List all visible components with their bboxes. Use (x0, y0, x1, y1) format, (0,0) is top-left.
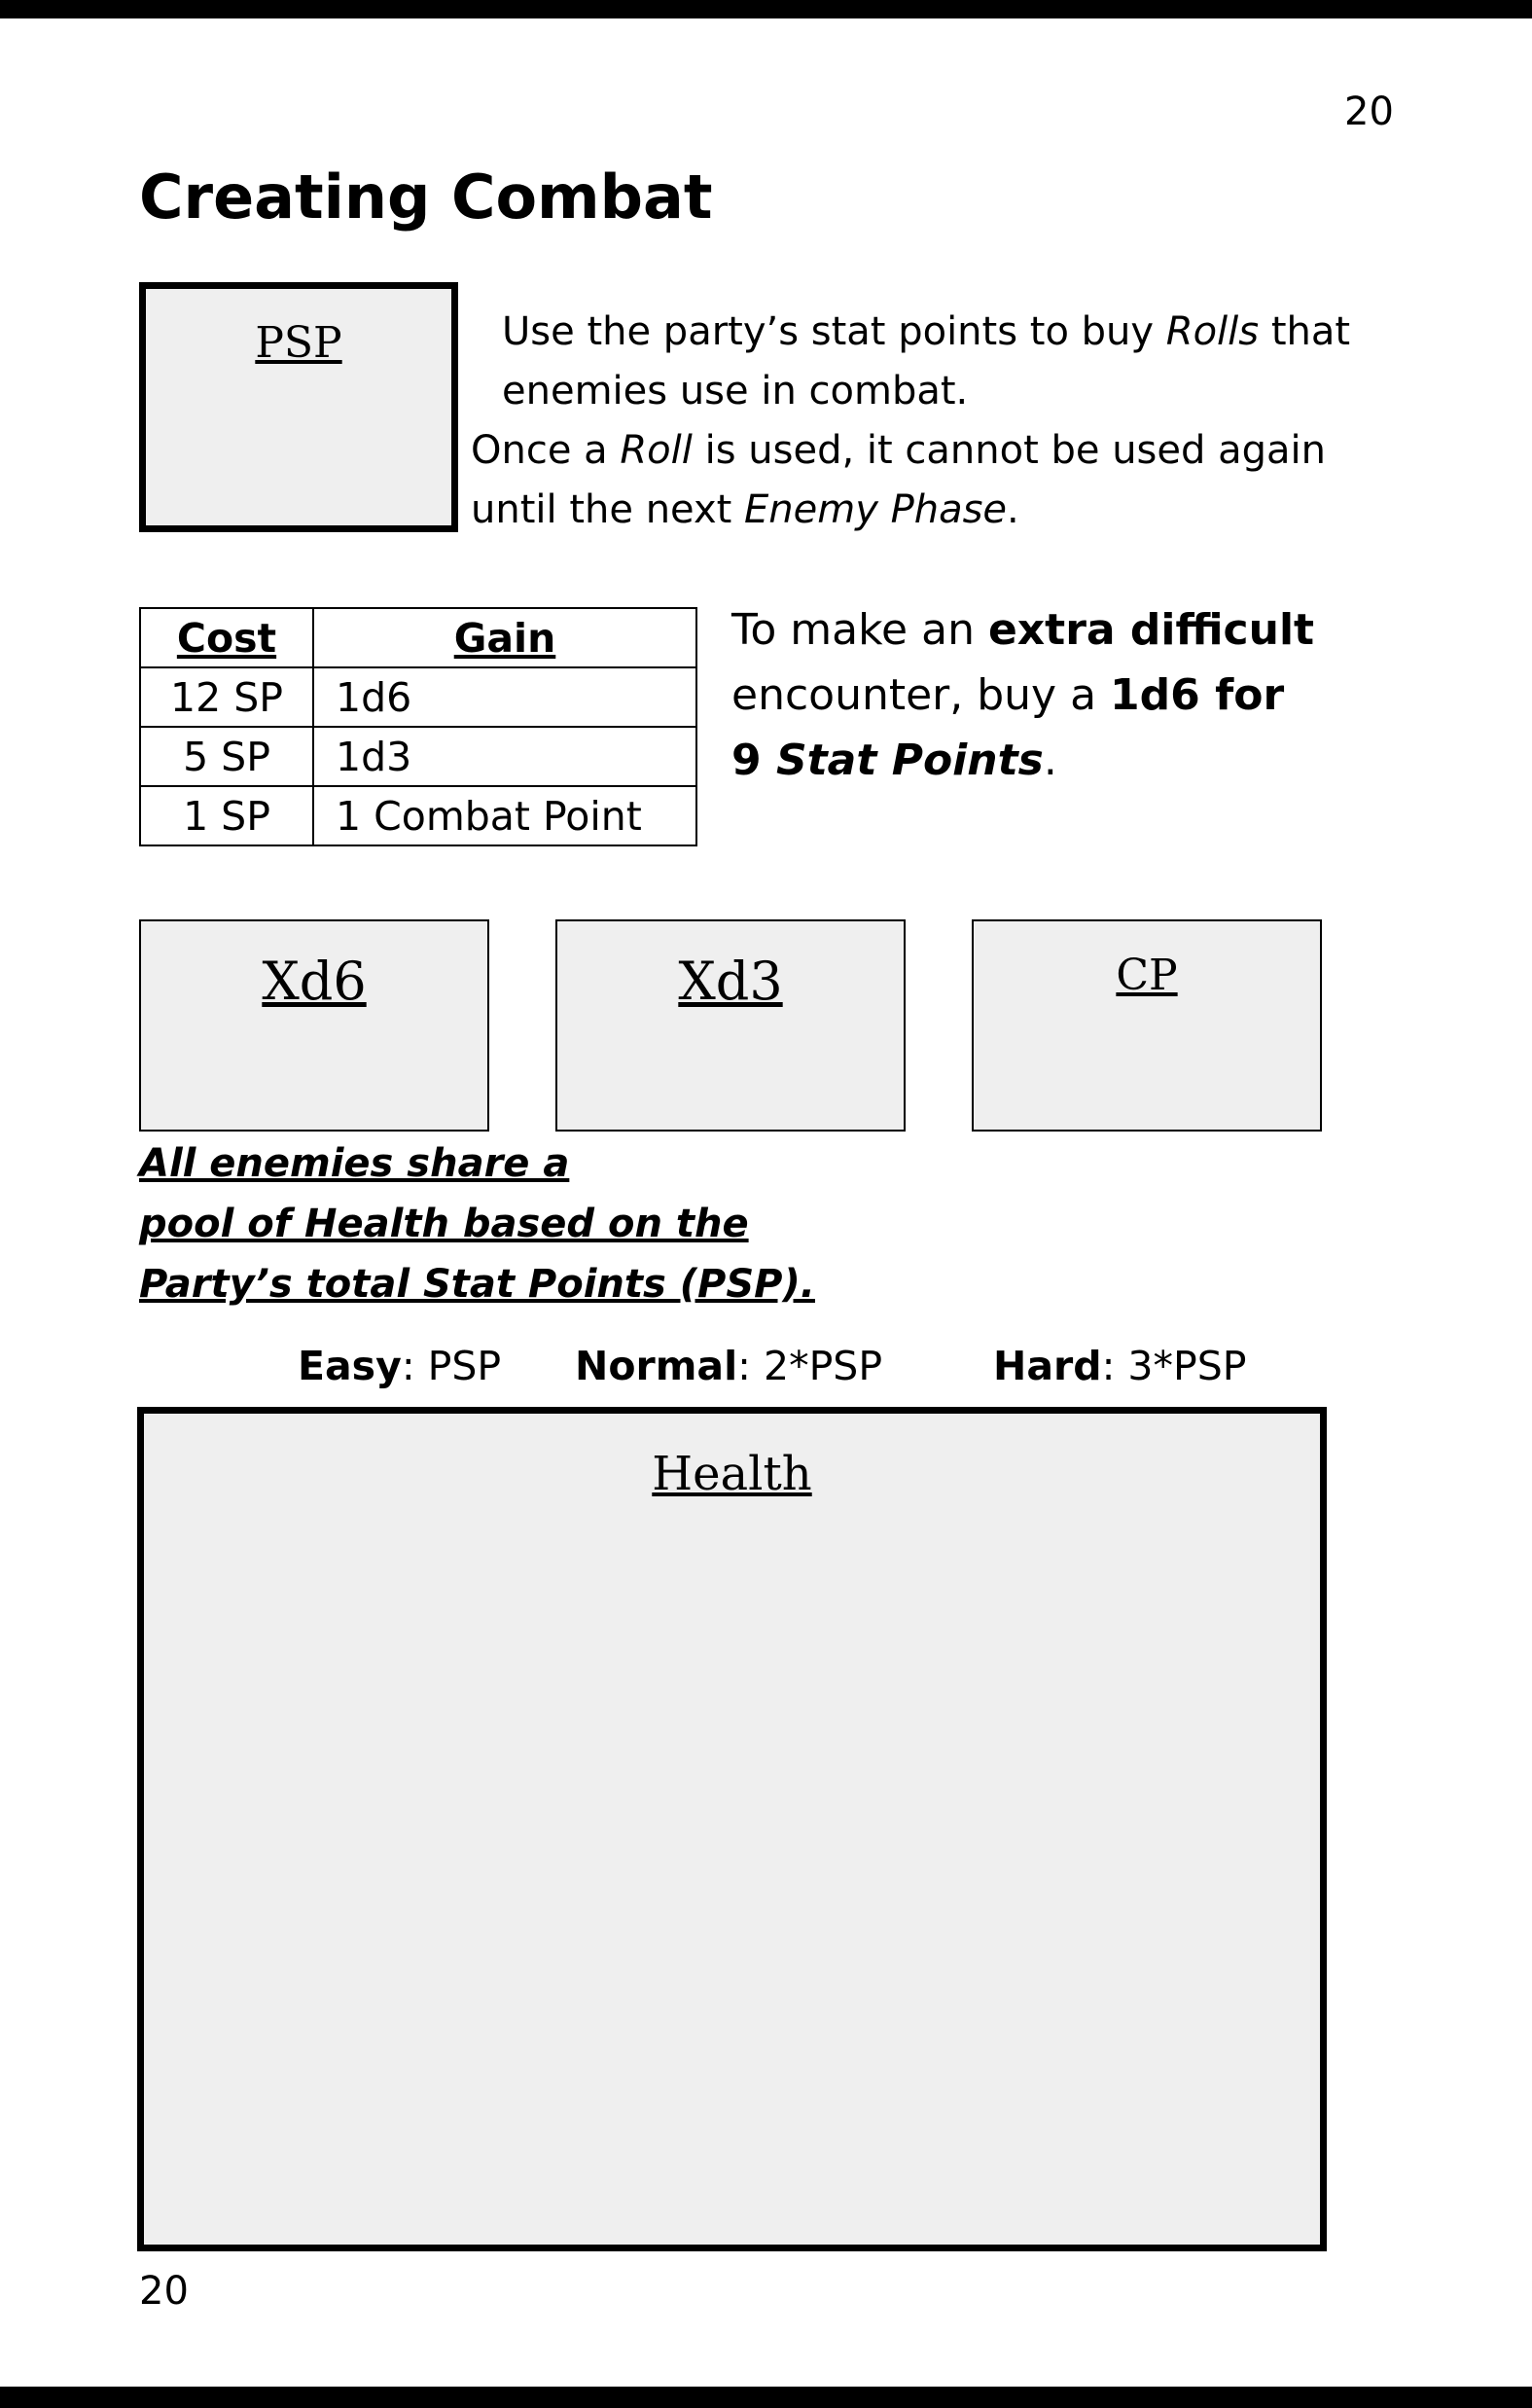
cost-table-header: Cost Gain (139, 607, 697, 668)
cp-box[interactable]: CP (972, 919, 1322, 1132)
gain-cell: 1 Combat Point (312, 785, 697, 846)
cost-cell: 5 SP (139, 726, 314, 787)
gain-cell: 1d3 (312, 726, 697, 787)
bottom-border-bar (0, 2387, 1532, 2408)
table-row: 1 SP 1 Combat Point (139, 785, 697, 846)
difficulty-hard: Hard: 3*PSP (993, 1343, 1247, 1389)
intro-paragraph-2: Once a Roll is used, it cannot be used a… (471, 428, 1326, 532)
intro-paragraph-1: Use the party’s stat points to buy Rolls… (502, 309, 1351, 413)
cost-cell: 12 SP (139, 666, 314, 728)
shared-health-note: All enemies share a pool of Health based… (139, 1141, 815, 1307)
psp-box[interactable]: PSP (139, 282, 458, 532)
header-gain: Gain (312, 607, 697, 668)
page-title: Creating Combat (139, 162, 713, 233)
gain-cell: 1d6 (312, 666, 697, 728)
extra-difficult-note: To make an extra difficult encounter, bu… (731, 605, 1315, 785)
table-row: 12 SP 1d6 (139, 666, 697, 728)
difficulty-normal: Normal: 2*PSP (575, 1343, 883, 1389)
xd6-box[interactable]: Xd6 (139, 919, 489, 1132)
page-number-top: 20 (1344, 90, 1394, 134)
difficulty-easy: Easy: PSP (298, 1343, 502, 1389)
header-cost: Cost (139, 607, 314, 668)
cp-box-label: CP (1116, 951, 1178, 1000)
cost-table: Cost Gain 12 SP 1d6 5 SP 1d3 1 SP 1 Comb… (139, 607, 697, 846)
health-box-label: Health (652, 1447, 812, 1501)
health-box[interactable]: Health (137, 1407, 1327, 2251)
intro-text: Use the party’s stat points to buy Rolls… (471, 303, 1366, 540)
xd3-box-label: Xd3 (678, 951, 783, 1012)
xd3-box[interactable]: Xd3 (555, 919, 906, 1132)
psp-box-label: PSP (255, 318, 342, 368)
page-number-bottom: 20 (139, 2269, 189, 2314)
top-border-bar (0, 0, 1532, 18)
cost-cell: 1 SP (139, 785, 314, 846)
xd6-box-label: Xd6 (262, 951, 367, 1012)
table-row: 5 SP 1d3 (139, 726, 697, 787)
